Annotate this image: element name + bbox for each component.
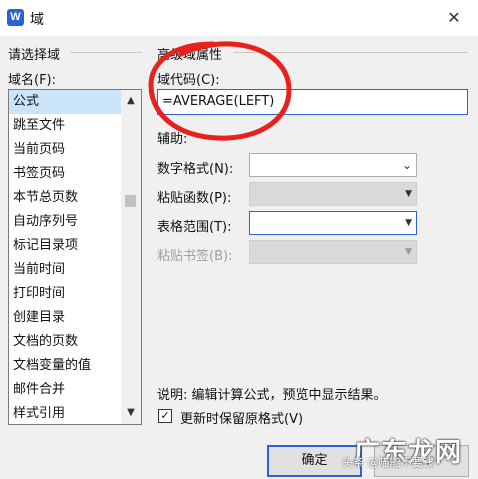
left-group-divider	[70, 52, 142, 53]
list-item[interactable]: 书签页码	[9, 162, 121, 186]
scroll-down-icon[interactable]: ▼	[121, 402, 141, 424]
close-icon: ✕	[447, 8, 461, 27]
scroll-up-icon[interactable]: ▲	[121, 90, 141, 112]
title-bar: W 域 ✕	[0, 0, 478, 36]
list-item[interactable]: 文档变量的值	[9, 354, 121, 378]
number-format-combo[interactable]: ⌄	[249, 153, 417, 177]
field-name-list[interactable]: 公式 跳至文件 当前页码 书签页码 本节总页数 自动序列号 标记目录项 当前时间 打印时间 创建目…	[8, 89, 142, 425]
wps-writer-icon: W	[7, 9, 24, 26]
field-list-label: 域名(F):	[8, 73, 57, 88]
paste-function-label: 粘贴函数(P):	[157, 191, 232, 206]
list-item[interactable]: 跳至文件	[9, 114, 121, 138]
table-range-combo[interactable]: ▼	[249, 211, 417, 235]
left-group-title: 请选择域	[8, 48, 61, 63]
scroll-thumb[interactable]	[125, 195, 136, 207]
list-item[interactable]: 当前时间	[9, 258, 121, 282]
red-annotation-circle	[148, 41, 292, 141]
paste-bookmark-combo[interactable]: ▼	[249, 240, 417, 264]
keep-format-checkbox[interactable]: ✓	[158, 409, 172, 423]
list-item[interactable]: 自动序列号	[9, 210, 121, 234]
list-item[interactable]: 创建目录	[9, 306, 121, 330]
description-text: 说明: 编辑计算公式，预览中显示结果。	[157, 388, 387, 403]
chevron-down-icon: ⌄	[401, 158, 412, 172]
paste-bookmark-label: 粘贴书签(B):	[157, 249, 233, 264]
list-item[interactable]: 打印时间	[9, 282, 121, 306]
close-button[interactable]: ✕	[440, 5, 468, 31]
table-range-label: 表格范围(T):	[157, 220, 232, 235]
watermark: 广东龙网 头条 @喵能不要钱	[340, 430, 476, 474]
keep-format-label[interactable]: 更新时保留原格式(V)	[180, 408, 303, 427]
paste-function-combo[interactable]: ▼	[249, 182, 417, 206]
dropdown-arrow-icon: ▼	[405, 218, 412, 228]
list-scrollbar[interactable]: ▲ ▼	[121, 90, 141, 424]
list-item[interactable]: 邮件合并	[9, 378, 121, 402]
list-item[interactable]: 标记目录项	[9, 234, 121, 258]
list-item[interactable]: 当前页码	[9, 138, 121, 162]
watermark-small: 头条 @喵能不要钱	[342, 456, 434, 469]
dropdown-arrow-icon: ▼	[405, 189, 412, 199]
list-item[interactable]: 样式引用	[9, 402, 121, 424]
window-title: 域	[30, 12, 44, 28]
list-item[interactable]: 本节总页数	[9, 186, 121, 210]
list-item[interactable]: 文档的页数	[9, 330, 121, 354]
field-list-items: 公式 跳至文件 当前页码 书签页码 本节总页数 自动序列号 标记目录项 当前时间 打印时间 创建目…	[9, 90, 121, 424]
dropdown-arrow-icon: ▼	[405, 247, 412, 257]
list-item[interactable]: 公式	[9, 90, 121, 114]
number-format-label: 数字格式(N):	[157, 162, 234, 177]
